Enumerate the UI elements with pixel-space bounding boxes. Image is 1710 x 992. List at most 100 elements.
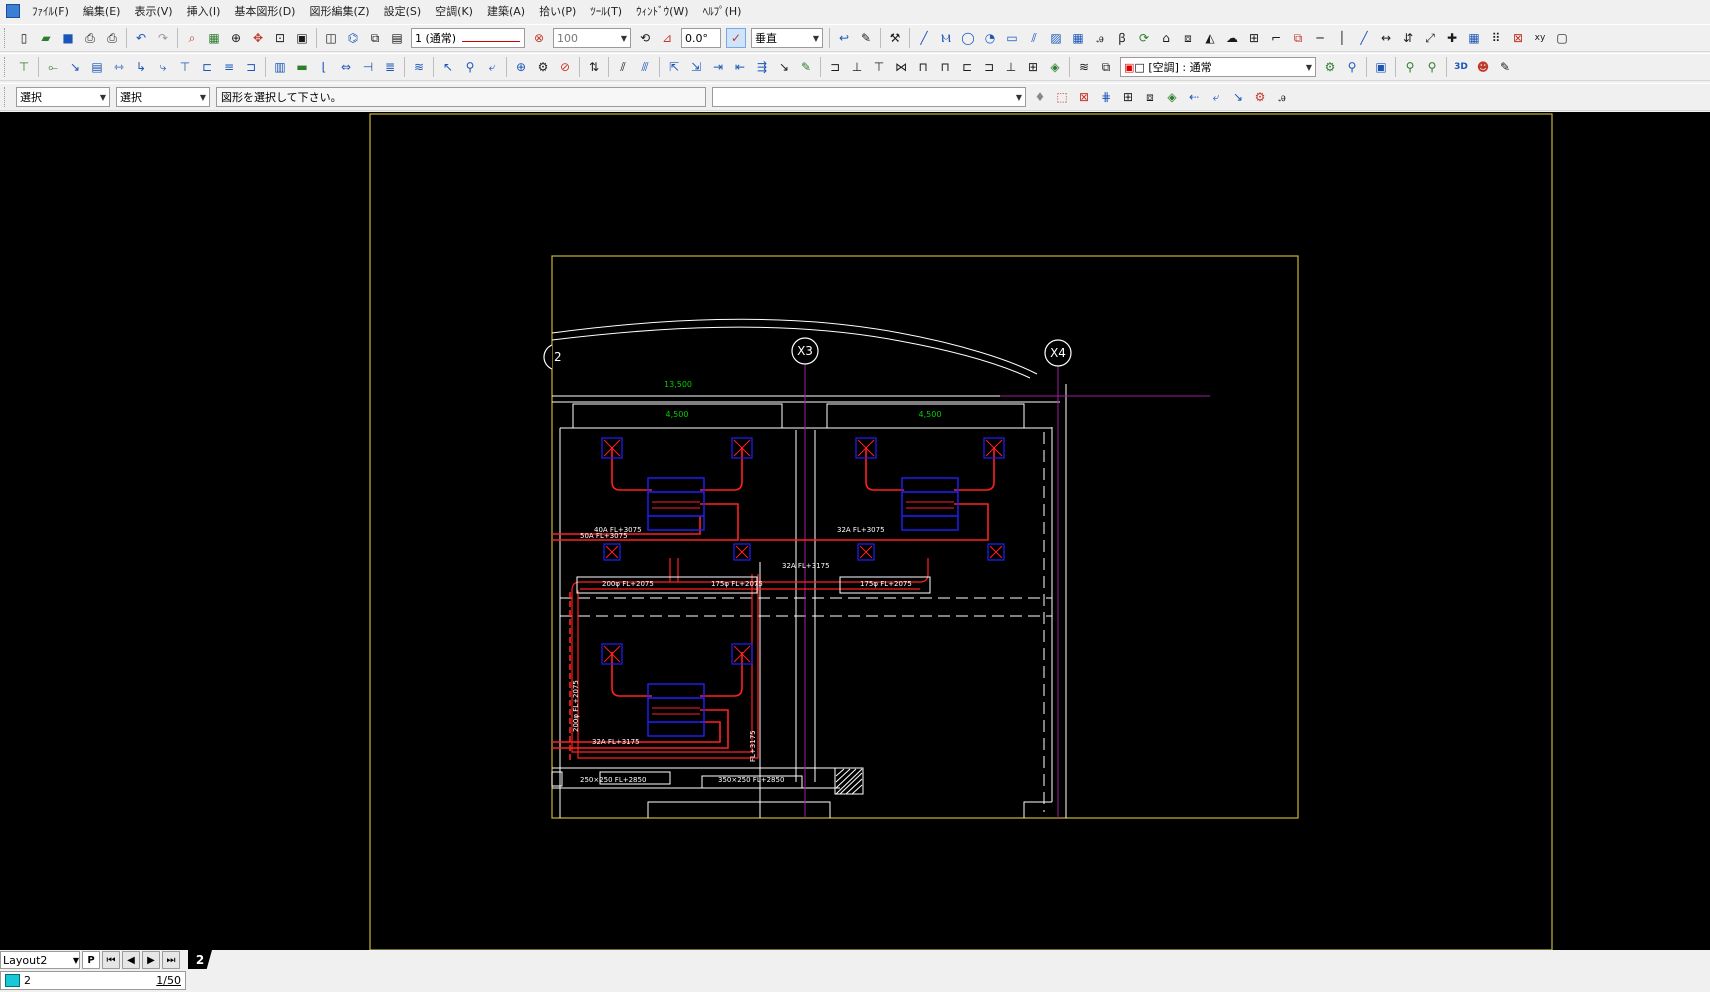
pipe-connect-icon[interactable]: ⟜ (44, 58, 62, 76)
duct-elbow-icon[interactable]: ⌊ (315, 58, 333, 76)
select-mode-2[interactable]: 選択 ▼ (116, 87, 210, 107)
label-size-icon[interactable]: ⇲ (687, 58, 705, 76)
edit-pen-icon[interactable]: ✎ (857, 29, 875, 47)
offset-icon[interactable]: ⫽ (1025, 29, 1043, 47)
direction-select[interactable]: 垂直 ▼ (751, 28, 823, 48)
block-icon[interactable]: ⧈ (1179, 29, 1197, 47)
label-edit-icon[interactable]: ✎ (797, 58, 815, 76)
angle-icon[interactable]: ⊿ (658, 29, 676, 47)
section-f-icon[interactable]: ⊞ (1024, 58, 1042, 76)
level-icon[interactable]: ⊥ (848, 58, 866, 76)
redo-icon[interactable]: ↷ (154, 29, 172, 47)
menu-edit[interactable]: 編集(E) (77, 3, 129, 19)
zoom-previous-icon[interactable]: ⊡ (271, 29, 289, 47)
table-icon[interactable]: ▦ (1069, 29, 1087, 47)
double-line-icon[interactable]: ⫻ (636, 58, 654, 76)
zoom-all-icon[interactable]: ▦ (205, 29, 223, 47)
xy-icon[interactable]: xy (1531, 29, 1549, 47)
menu-help[interactable]: ﾍﾙﾌﾟ(H) (697, 3, 750, 19)
text-icon[interactable]: ꭿ (1091, 29, 1109, 47)
duct-rect-icon[interactable]: ▬ (293, 58, 311, 76)
pipe-reducer-icon[interactable]: ⊏ (198, 58, 216, 76)
zoom-extents-icon[interactable]: ▣ (293, 29, 311, 47)
select-window-icon[interactable]: ⬚ (1053, 88, 1071, 106)
cloud-icon[interactable]: ☁ (1223, 29, 1241, 47)
zoom-in-icon[interactable]: ⊕ (227, 29, 245, 47)
toolbar-grip[interactable] (4, 87, 8, 107)
select-cross-icon[interactable]: ⊠ (1075, 88, 1093, 106)
polyline-icon[interactable]: Ⲙ (937, 29, 955, 47)
text-edit-icon[interactable]: ꞵ (1113, 29, 1131, 47)
duct-branch-icon[interactable]: ⊣ (359, 58, 377, 76)
undo-icon[interactable]: ↶ (132, 29, 150, 47)
last-layout-icon[interactable]: ⏭ (162, 951, 180, 969)
previous-layout-icon[interactable]: ◀ (122, 951, 140, 969)
select-pipe-icon[interactable]: ⤶ (1207, 88, 1225, 106)
layout-select[interactable]: Layout2 ▼ (0, 951, 80, 969)
pipe-list-icon[interactable]: ▤ (88, 58, 106, 76)
dimension-h-icon[interactable]: ↔ (1377, 29, 1395, 47)
height-icon[interactable]: ⇅ (585, 58, 603, 76)
mode-select[interactable]: ▣□ [空調] : 通常 ▼ (1120, 57, 1316, 77)
duct-reducer-icon[interactable]: ⇔ (337, 58, 355, 76)
hatch-icon[interactable]: ▨ (1047, 29, 1065, 47)
label-pipe-icon[interactable]: ⇥ (709, 58, 727, 76)
menu-architecture[interactable]: 建築(A) (481, 3, 533, 19)
insert-image-icon[interactable]: ⊞ (1245, 29, 1263, 47)
new-file-icon[interactable]: ▯ (15, 29, 33, 47)
select-equipment-icon[interactable]: ⚙ (1251, 88, 1269, 106)
mode-settings-icon[interactable]: ⚙ (1321, 58, 1339, 76)
copy-icon[interactable]: ⧉ (1289, 29, 1307, 47)
split-view-icon[interactable]: ◫ (322, 29, 340, 47)
print-icon[interactable]: ⎙ (103, 29, 121, 47)
scale-select[interactable]: 100 ▼ (553, 28, 631, 48)
label-duct-icon[interactable]: ⇤ (731, 58, 749, 76)
select-previous-icon[interactable]: ⇠ (1185, 88, 1203, 106)
property-brush-icon[interactable]: ⚒ (886, 29, 904, 47)
palette-icon[interactable]: ▣ (1372, 58, 1390, 76)
3d-person-icon[interactable]: ☻ (1474, 58, 1492, 76)
section-c-icon[interactable]: ⊏ (958, 58, 976, 76)
status-scale[interactable]: 1/50 (156, 974, 181, 987)
grid-icon[interactable]: ▦ (1465, 29, 1483, 47)
select-all-icon[interactable]: ⊞ (1119, 88, 1137, 106)
section-view-icon[interactable]: ◈ (1046, 58, 1064, 76)
pipe-select-icon[interactable]: ↘ (66, 58, 84, 76)
layer-color-swatch[interactable] (5, 974, 20, 987)
menu-basic-shapes[interactable]: 基本図形(D) (228, 3, 303, 19)
scale-icon[interactable]: ⊗ (530, 29, 548, 47)
direction-icon[interactable]: ✓ (726, 28, 746, 48)
section-a-icon[interactable]: ⊓ (914, 58, 932, 76)
paper-space-button[interactable]: P (82, 951, 100, 969)
flex-duct-icon[interactable]: ≋ (410, 58, 428, 76)
cross-icon[interactable]: ✚ (1443, 29, 1461, 47)
line-icon[interactable]: ╱ (915, 29, 933, 47)
linetype-select[interactable]: 1 (通常) (411, 28, 525, 48)
menu-tools[interactable]: ﾂｰﾙ(T) (584, 3, 630, 19)
auto-connect-icon[interactable]: ⚙ (534, 58, 552, 76)
select-duct-icon[interactable]: ↘ (1229, 88, 1247, 106)
diagonal-line-icon[interactable]: ╱ (1355, 29, 1373, 47)
pipe-offset-icon[interactable]: ⊐ (242, 58, 260, 76)
toolbar-grip[interactable] (4, 28, 8, 48)
frame-icon[interactable]: ▢ (1553, 29, 1571, 47)
pipe-bend-icon[interactable]: ↳ (132, 58, 150, 76)
first-layout-icon[interactable]: ⏮ (102, 951, 120, 969)
menu-file[interactable]: ﾌｧｲﾙ(F) (26, 3, 77, 19)
select-fence-icon[interactable]: ⋕ (1097, 88, 1115, 106)
menu-shape-edit[interactable]: 図形編集(Z) (303, 3, 377, 19)
mark-icon[interactable]: ◭ (1201, 29, 1219, 47)
dots-icon[interactable]: ⠿ (1487, 29, 1505, 47)
menu-window[interactable]: ｳｨﾝﾄﾞｳ(W) (630, 3, 696, 19)
menu-view[interactable]: 表示(V) (128, 3, 180, 19)
pipe-route-icon[interactable]: ⤶ (483, 58, 501, 76)
pan-icon[interactable]: ✥ (249, 29, 267, 47)
arc-icon[interactable]: ◔ (981, 29, 999, 47)
parallel-line-icon[interactable]: ⫽ (614, 58, 632, 76)
3d-view-icon[interactable]: 3D (1452, 58, 1470, 76)
sleeve-icon[interactable]: ⊕ (512, 58, 530, 76)
pipe-split-icon[interactable]: ⇿ (110, 58, 128, 76)
horizontal-line-icon[interactable]: ─ (1311, 29, 1329, 47)
layer-icon[interactable]: ⧉ (366, 29, 384, 47)
hanger-icon[interactable]: ⚲ (461, 58, 479, 76)
